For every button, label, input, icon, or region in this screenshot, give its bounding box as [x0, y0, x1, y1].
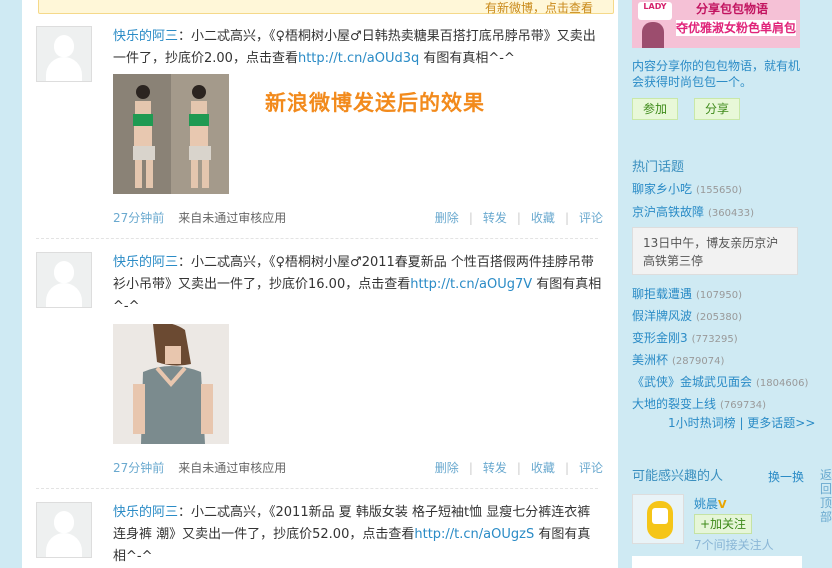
post-link[interactable]: http://t.cn/aOUgzS [414, 527, 534, 542]
ad-badge: LADY [638, 2, 672, 20]
favorite-button[interactable]: 收藏 [531, 461, 555, 475]
topic-item[interactable]: 假洋牌风波 (205380) [632, 307, 742, 324]
promo-text[interactable]: 内容分享你的包包物语，就有机会获得时尚包包一个。 [632, 58, 808, 90]
avatar[interactable] [632, 494, 684, 544]
post-username[interactable]: 快乐的阿三 [113, 255, 178, 270]
delete-button[interactable]: 删除 [435, 211, 459, 225]
divider [36, 238, 598, 239]
interest-title: 可能感兴趣的人 [632, 469, 724, 484]
notice-text[interactable]: 有新微博，点击查看 [485, 1, 593, 15]
post-source: 来自未通过审核应用 [178, 211, 287, 225]
follow-button[interactable]: +加关注 [694, 514, 753, 534]
topic-item[interactable]: 聊拒载遭遇 (107950) [632, 285, 742, 302]
avatar[interactable] [36, 26, 92, 82]
ad-figure [642, 22, 664, 48]
more-topics-link[interactable]: 1小时热词榜 | 更多话题>> [668, 414, 815, 431]
post-photo[interactable] [113, 74, 229, 194]
post-time[interactable]: 27分钟前 [113, 461, 164, 475]
verified-icon: V [718, 498, 727, 511]
post-username[interactable]: 快乐的阿三 [113, 505, 178, 520]
post-link[interactable]: http://t.cn/aOUd3q [298, 51, 419, 66]
feed-column: 有新微博，点击查看 快乐的阿三：小二忒高兴，《♀梧桐树小屋♂日韩热卖糖果百搭打底… [22, 0, 618, 568]
ad-banner[interactable]: LADY 分享包包物语 夺优雅淑女粉色单肩包 [632, 0, 800, 48]
post-time[interactable]: 27分钟前 [113, 211, 164, 225]
back-to-top-rail[interactable]: 返回顶部 [818, 0, 832, 568]
post-username[interactable]: 快乐的阿三 [113, 29, 178, 44]
post-text: 快乐的阿三：小二忒高兴，《2011新品 夏 韩版女装 格子短袖t恤 显瘦七分裤连… [113, 502, 603, 568]
delete-button[interactable]: 删除 [435, 461, 459, 475]
sidebar-box [632, 556, 802, 568]
repost-button[interactable]: 转发 [483, 211, 507, 225]
post-actions: 删除 | 转发 | 收藏 | 评论 [434, 211, 603, 225]
post-suffix: 有图有真相^-^ [419, 51, 515, 66]
comment-button[interactable]: 评论 [579, 211, 603, 225]
share-button[interactable]: 分享 [694, 98, 741, 120]
topic-item[interactable]: 大地的裂变上线 (769734) [632, 395, 766, 412]
ad-top-text: 分享包包物语 [696, 2, 769, 16]
right-sidebar: LADY 分享包包物语 夺优雅淑女粉色单肩包 内容分享你的包包物语，就有机会获得… [618, 0, 816, 568]
post-source: 来自未通过审核应用 [178, 461, 287, 475]
post-text: 快乐的阿三：小二忒高兴，《♀梧桐树小屋♂日韩热卖糖果百搭打底吊脖吊带》又卖出一件… [113, 26, 603, 70]
post-actions: 删除 | 转发 | 收藏 | 评论 [434, 461, 603, 475]
comment-button[interactable]: 评论 [579, 461, 603, 475]
join-button[interactable]: 参加 [632, 98, 679, 120]
avatar[interactable] [36, 252, 92, 308]
new-posts-notice[interactable]: 有新微博，点击查看 [38, 0, 614, 15]
favorite-button[interactable]: 收藏 [531, 211, 555, 225]
post-link[interactable]: http://t.cn/aOUg7V [410, 277, 532, 292]
divider [36, 488, 598, 489]
avatar[interactable] [36, 502, 92, 558]
mutual-follows[interactable]: 7个间接关注人 [694, 536, 774, 553]
topic-card[interactable]: 13日中午，博友亲历京沪高铁第三停 [632, 227, 798, 275]
repost-button[interactable]: 转发 [483, 461, 507, 475]
suggested-user-name[interactable]: 姚晨V [694, 495, 727, 512]
topic-item[interactable]: 聊家乡小吃 (155650) [632, 180, 742, 197]
post-meta: 27分钟前 来自未通过审核应用 删除 | 转发 | 收藏 | 评论 [113, 209, 603, 227]
post-text: 快乐的阿三：小二忒高兴，《♀梧桐树小屋♂2011春夏新品 个性百搭假两件挂脖吊带… [113, 252, 603, 318]
topic-item[interactable]: 《武侠》金城武见面会 (1804606) [632, 373, 808, 390]
topic-item[interactable]: 美洲杯 (2879074) [632, 351, 724, 368]
topic-item[interactable]: 京沪高铁故障 (360433) [632, 203, 754, 220]
hot-topics-title: 热门话题 [632, 160, 685, 175]
swap-button[interactable]: 换一换 [768, 468, 804, 485]
back-to-top-text[interactable]: 返回顶部 [820, 468, 832, 524]
post-photo[interactable] [113, 324, 229, 444]
ad-line-text: 夺优雅淑女粉色单肩包 [676, 20, 797, 36]
topic-item[interactable]: 变形金刚3 (773295) [632, 329, 738, 346]
post-meta: 27分钟前 来自未通过审核应用 删除 | 转发 | 收藏 | 评论 [113, 459, 603, 477]
overlay-caption: 新浪微博发送后的效果 [265, 91, 485, 115]
